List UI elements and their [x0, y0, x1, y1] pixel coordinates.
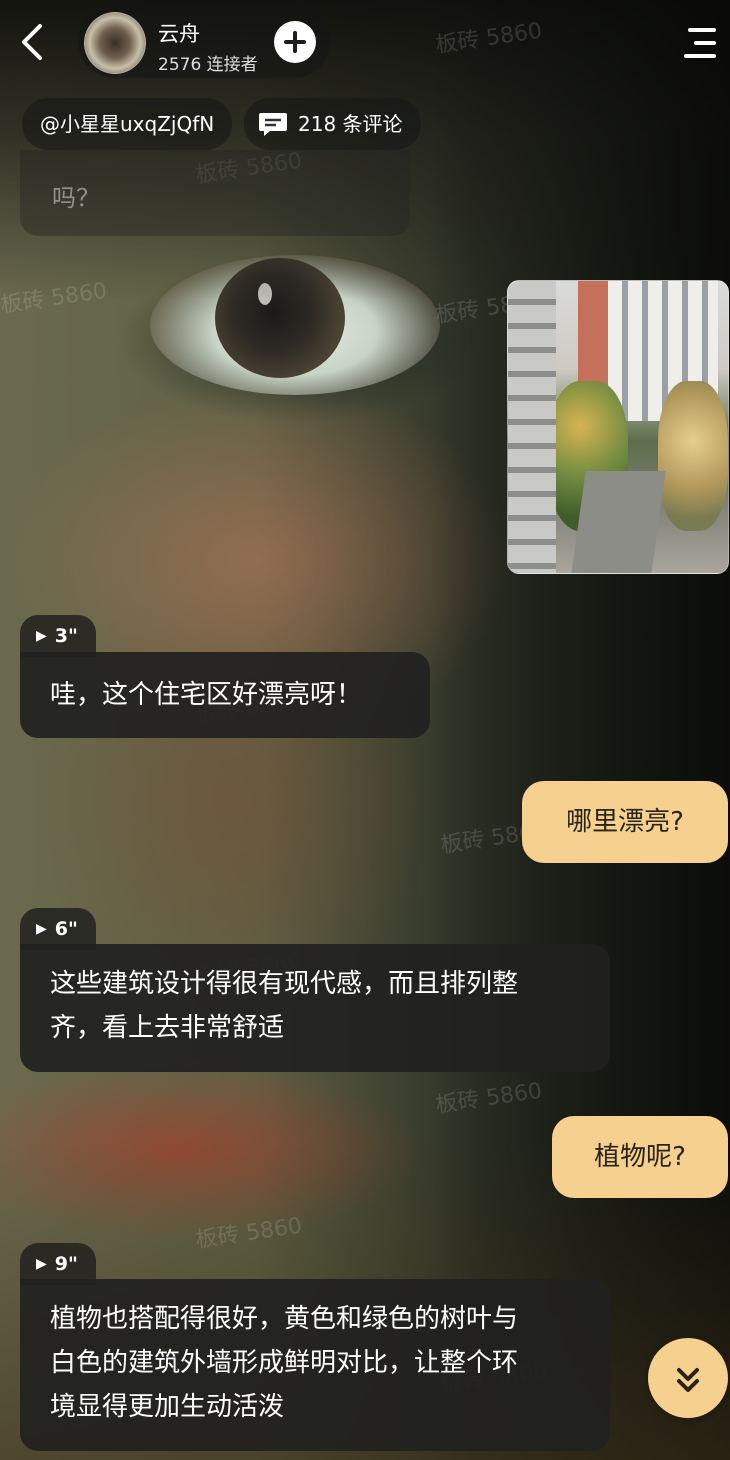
photo-building — [508, 281, 556, 573]
message-text-line: 白色的建筑外墙形成鲜明对比，让整个环 — [50, 1348, 519, 1378]
chevron-left-icon — [22, 24, 42, 60]
double-chevron-down-icon — [677, 1368, 699, 1392]
photo-trees — [658, 381, 728, 531]
ai-message-bubble: 这些建筑设计得很有现代感，而且排列整 齐，看上去非常舒适 — [20, 944, 610, 1072]
comment-icon — [259, 112, 287, 136]
play-icon: ▶ — [36, 628, 47, 644]
message-text-line: 这些建筑设计得很有现代感，而且排列整 — [50, 969, 519, 999]
message-text: 哪里漂亮? — [566, 807, 684, 837]
ai-message-bubble: 哇，这个住宅区好漂亮呀！ — [20, 652, 430, 738]
voice-duration: 3" — [54, 625, 78, 647]
back-button[interactable] — [12, 18, 52, 66]
plus-icon — [284, 31, 306, 53]
user-message-bubble: 哪里漂亮? — [522, 781, 728, 863]
message-text-line: 境显得更加生动活泼 — [50, 1392, 285, 1422]
message-text: 植物呢? — [594, 1142, 686, 1172]
photo-path — [570, 471, 666, 573]
photo-building — [578, 281, 608, 391]
connection-count: 2576 连接者 — [158, 55, 258, 75]
chat-screen: 板砖 5860 板砖 5860 板砖 5860 板砖 5860 板砖 5860 … — [0, 0, 730, 1460]
profile-pill[interactable]: 云舟 2576 连接者 — [78, 6, 330, 78]
menu-icon — [684, 28, 716, 58]
message-text-line: 齐，看上去非常舒适 — [50, 1013, 285, 1043]
comment-count: 218 条评论 — [298, 112, 403, 136]
ai-message-bubble: 吗？ — [20, 150, 410, 236]
follow-button[interactable] — [274, 21, 316, 63]
voice-duration: 6" — [54, 918, 78, 940]
message-text-line: 植物也搭配得很好，黄色和绿色的树叶与 — [50, 1304, 519, 1334]
scroll-to-bottom-button[interactable] — [648, 1338, 728, 1418]
top-bar: 云舟 2576 连接者 — [0, 0, 730, 90]
profile-name: 云舟 — [158, 22, 200, 46]
comments-button[interactable]: 218 条评论 — [244, 98, 421, 150]
shared-photo[interactable] — [507, 280, 729, 574]
ai-message-bubble: 植物也搭配得很好，黄色和绿色的树叶与 白色的建筑外墙形成鲜明对比，让整个环 境显… — [20, 1279, 610, 1451]
voice-duration: 9" — [54, 1253, 78, 1275]
avatar[interactable] — [84, 12, 146, 74]
message-text: 哇，这个住宅区好漂亮呀！ — [50, 680, 363, 710]
user-message-bubble: 植物呢? — [552, 1116, 728, 1198]
menu-button[interactable] — [680, 24, 718, 62]
creator-tag[interactable]: @小星星uxqZjQfN — [22, 98, 233, 150]
message-text: 吗？ — [52, 184, 100, 212]
voice-play-button[interactable]: ▶ 3" — [20, 615, 96, 657]
